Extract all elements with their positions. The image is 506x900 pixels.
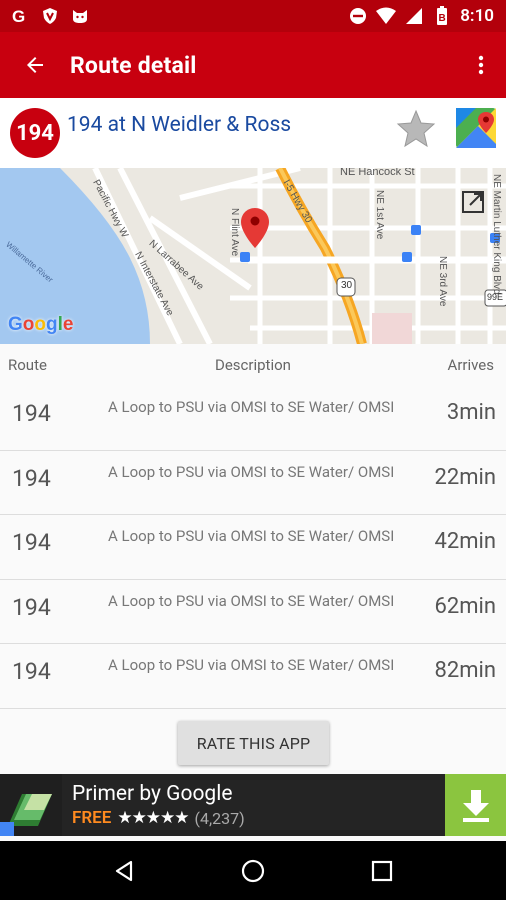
map-label-ne1st: NE 1st Ave [374,190,385,240]
table-row[interactable]: 194 A Loop to PSU via OMSI to SE Water/ … [0,515,506,580]
nav-back-button[interactable] [104,851,144,891]
row-arrives: 22min [434,464,496,490]
ad-rating-count: (4,237) [194,808,245,828]
column-header-description: Description [215,356,291,374]
column-header-arrives: Arrives [447,356,494,374]
map-view[interactable]: NE Hancock St N Flint Ave I-5 Hwy 30 NE … [0,168,506,344]
system-navigation-bar [0,841,506,900]
row-route: 194 [12,658,51,685]
ad-price: FREE [72,808,112,828]
battery-icon: B [432,6,452,26]
table-row[interactable]: 194 A Loop to PSU via OMSI to SE Water/ … [0,579,506,644]
svg-text:B: B [439,13,446,24]
stop-name: 194 at N Weidler & Ross [67,113,292,137]
ad-title: Primer by Google [72,782,233,806]
row-arrives: 3min [446,400,496,425]
ad-rating-stars: ★★★★★ [117,808,189,828]
map-label-mlk: NE Martin Luther King Blvd [491,174,502,295]
back-button[interactable] [0,32,70,98]
status-time: 8:10 [460,6,494,26]
map-label-flint: N Flint Ave [229,208,240,257]
row-route: 194 [12,529,51,556]
cat-icon [70,6,90,26]
g-icon: G [10,6,30,26]
nav-back-icon [116,860,133,881]
table-row[interactable]: 194 A Loop to PSU via OMSI to SE Water/ … [0,644,506,709]
map-shield-99e: 99E [487,292,504,302]
row-description: A Loop to PSU via OMSI to SE Water/ OMSI [108,591,395,610]
row-arrives: 82min [434,658,496,683]
map-shield-30: 30 [341,280,353,291]
ad-banner[interactable]: Primer by Google FREE ★★★★★ (4,237) [0,774,506,836]
row-description: A Loop to PSU via OMSI to SE Water/ OMSI [108,656,395,674]
favorite-star-button[interactable] [396,108,436,148]
star-icon [396,109,436,148]
status-bar: G B 8:10 [0,0,506,32]
rate-this-app-button[interactable]: RATE THIS APP [178,721,329,765]
row-route: 194 [12,464,51,492]
nav-recents-icon [371,860,392,881]
map-label-hancock: NE Hancock St [340,168,415,178]
page-title: Route detail [70,51,197,79]
wifi-icon [376,6,397,26]
nav-home-icon [241,859,265,882]
overflow-menu-button[interactable] [456,32,506,98]
row-description: A Loop to PSU via OMSI to SE Water/ OMSI [108,398,395,416]
google-maps-button[interactable] [456,108,496,148]
arrow-back-icon [27,57,43,73]
signal-icon [404,6,424,26]
route-badge: 194 [10,108,60,158]
table-row[interactable]: 194 A Loop to PSU via OMSI to SE Water/ … [0,450,506,515]
row-arrives: 62min [434,593,496,619]
shield-icon [40,6,60,26]
more-vert-icon [478,55,484,75]
google-maps-icon [456,108,496,148]
primer-app-icon [0,774,62,836]
do-not-disturb-icon [348,6,368,26]
row-description: A Loop to PSU via OMSI to SE Water/ OMSI [108,462,395,481]
nav-recents-button[interactable] [362,851,402,891]
stop-header: 194 194 at N Weidler & Ross [0,98,506,168]
google-logo: Google [8,314,74,335]
row-route: 194 [12,593,51,621]
svg-text:G: G [12,7,25,25]
row-arrives: 42min [434,529,496,554]
column-header-route: Route [8,356,47,374]
row-route: 194 [12,400,51,427]
ad-download-button[interactable] [445,774,506,836]
map-label-ne3rd: NE 3rd Ave [437,256,448,307]
download-icon [462,790,489,822]
row-description: A Loop to PSU via OMSI to SE Water/ OMSI [108,527,395,545]
table-row[interactable]: 194 A Loop to PSU via OMSI to SE Water/ … [0,386,506,451]
arrivals-table-header: Route Description Arrives [0,344,506,386]
arrivals-list: 194 A Loop to PSU via OMSI to SE Water/ … [0,386,506,709]
nav-home-button[interactable] [233,851,273,891]
app-bar: Route detail [0,32,506,98]
